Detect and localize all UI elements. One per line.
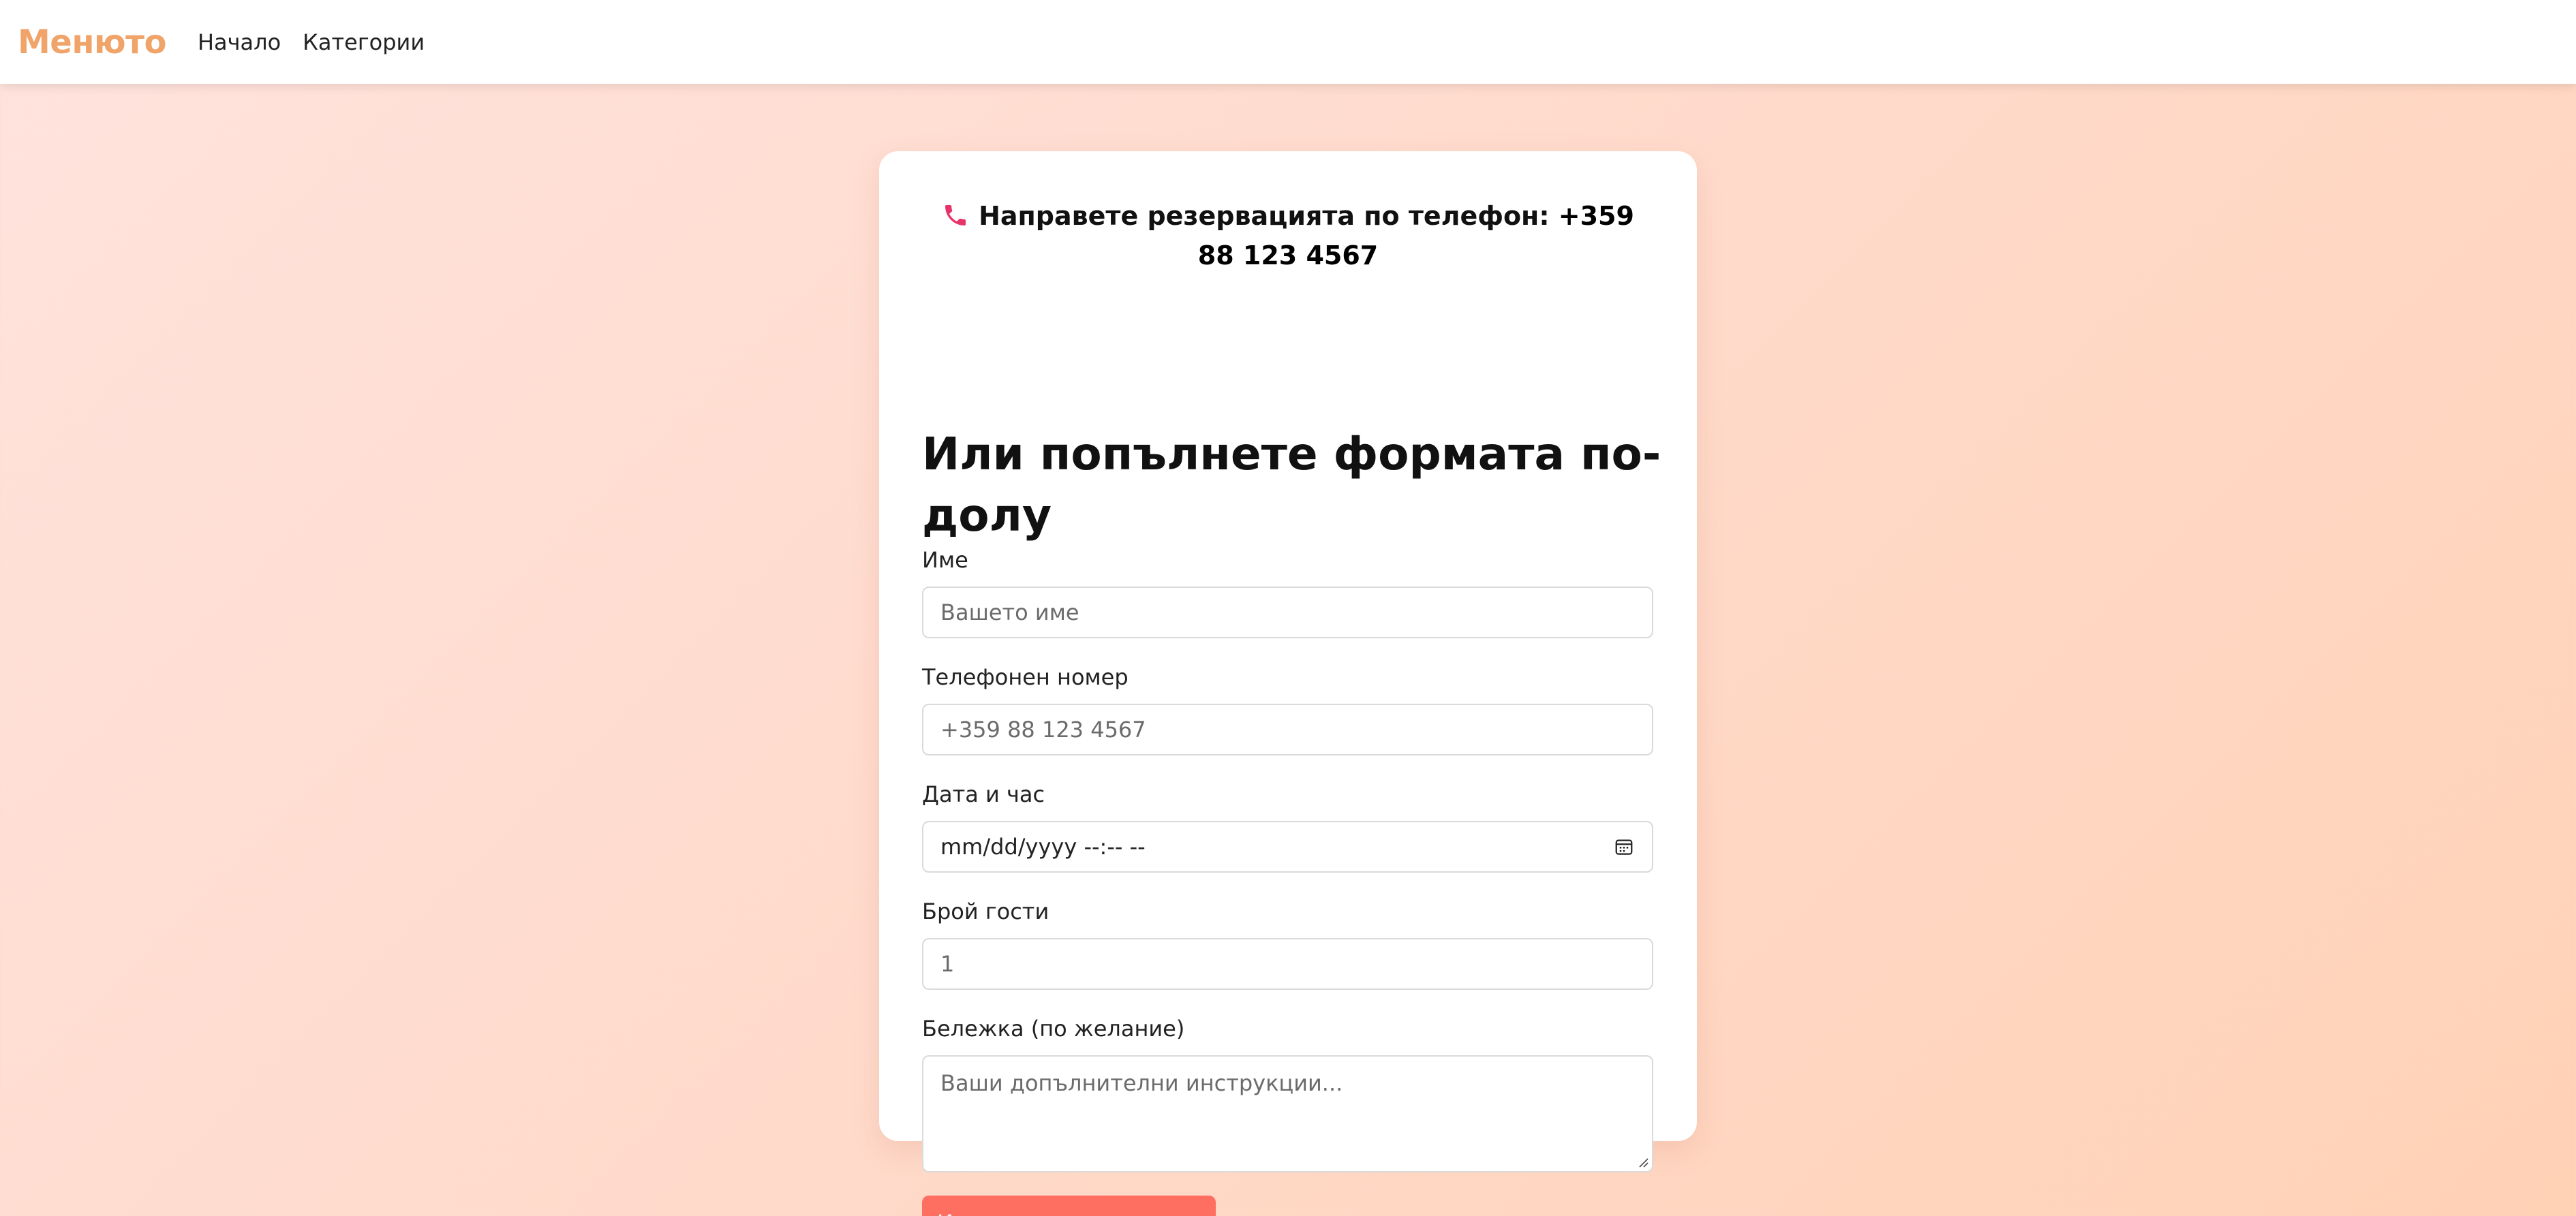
phone-icon <box>945 205 966 225</box>
phone-input-placeholder: +359 88 123 4567 <box>940 717 1146 743</box>
datetime-input-placeholder: mm/dd/yyyy --:-- -- <box>940 834 1146 860</box>
nav-link-categories[interactable]: Категории <box>303 29 425 55</box>
guests-label: Брой гости <box>922 899 1049 924</box>
resize-grip-icon[interactable] <box>1636 1155 1649 1168</box>
phone-reservation-line: Направете резервацията по телефон: +359 … <box>922 196 1654 275</box>
phone-input[interactable]: +359 88 123 4567 <box>922 704 1653 755</box>
name-input[interactable]: Вашето име <box>922 587 1653 638</box>
note-textarea[interactable]: Ваши допълнителни инструкции... <box>922 1055 1653 1172</box>
calendar-icon[interactable] <box>1614 837 1634 857</box>
name-input-placeholder: Вашето име <box>940 599 1079 625</box>
guests-input-value: 1 <box>940 951 955 977</box>
guests-input[interactable]: 1 <box>922 938 1653 990</box>
name-label: Име <box>922 547 968 573</box>
note-label: Бележка (по желание) <box>922 1016 1185 1042</box>
form-heading: Или попълнете формата по-долу <box>922 428 1661 542</box>
phone-prefix-text: Направете резервацията по телефон: <box>979 201 1559 231</box>
reservation-card: Направете резервацията по телефон: +359 … <box>879 151 1697 1216</box>
phone-label: Телефонен номер <box>922 664 1129 690</box>
nav-link-home[interactable]: Начало <box>198 29 281 55</box>
note-textarea-placeholder: Ваши допълнителни инструкции... <box>940 1070 1343 1096</box>
datetime-input[interactable]: mm/dd/yyyy --:-- -- <box>922 821 1653 873</box>
top-navbar: Менюто Начало Категории <box>0 0 2576 84</box>
datetime-label: Дата и час <box>922 781 1045 807</box>
brand-logo[interactable]: Менюто <box>18 23 166 61</box>
submit-reservation-button[interactable]: Изпрати резервацията <box>922 1196 1216 1216</box>
